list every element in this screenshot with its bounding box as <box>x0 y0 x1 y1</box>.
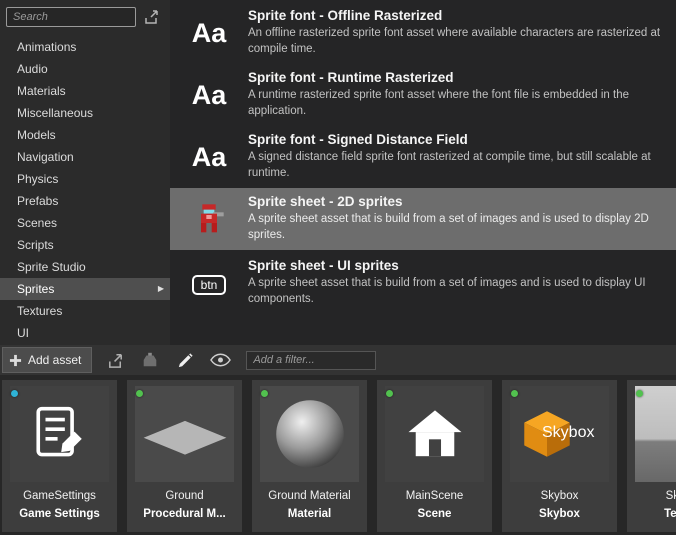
search-input[interactable] <box>6 7 136 27</box>
status-dot <box>136 390 143 397</box>
button-sprite-icon: btn <box>170 252 248 318</box>
asset-tile-ground-material[interactable]: Ground Material Material <box>252 380 367 532</box>
asset-grid: GameSettings Game Settings Ground Proced… <box>0 375 676 535</box>
category-list: Animations Audio Materials Miscellaneous… <box>0 36 170 344</box>
menu-item-sprite-sheet-2d[interactable]: Sprite sheet - 2D sprites A sprite sheet… <box>170 188 676 250</box>
asset-tile-skybox-texture[interactable]: Skybox Texture <box>627 380 676 532</box>
sprite-font-icon: Aa <box>170 2 248 64</box>
house-icon <box>406 408 464 461</box>
status-dot <box>386 390 393 397</box>
category-sprites[interactable]: Sprites ▶ <box>0 278 170 300</box>
menu-item-title: Sprite font - Signed Distance Field <box>248 132 676 147</box>
status-dot <box>11 390 18 397</box>
category-sprite-studio[interactable]: Sprite Studio <box>0 256 170 278</box>
category-panel: Animations Audio Materials Miscellaneous… <box>0 0 170 345</box>
category-physics[interactable]: Physics <box>0 168 170 190</box>
aa-glyph: Aa <box>192 20 227 47</box>
asset-type: Material <box>254 508 365 520</box>
category-label: Sprites <box>17 282 54 296</box>
game-settings-icon <box>31 405 89 463</box>
menu-item-title: Sprite font - Offline Rasterized <box>248 8 676 23</box>
asset-name: MainScene <box>379 490 490 502</box>
menu-item-title: Sprite sheet - 2D sprites <box>248 194 676 209</box>
menu-item-sprite-font-offline[interactable]: Aa Sprite font - Offline Rasterized An o… <box>170 2 676 64</box>
add-asset-window: Animations Audio Materials Miscellaneous… <box>0 0 676 535</box>
status-dot <box>636 390 643 397</box>
game-settings-thumbnail <box>10 386 109 482</box>
asset-type: Scene <box>379 508 490 520</box>
category-scripts[interactable]: Scripts <box>0 234 170 256</box>
plane-icon <box>138 396 232 472</box>
menu-item-sprite-font-runtime[interactable]: Aa Sprite font - Runtime Rasterized A ru… <box>170 64 676 126</box>
filter-input[interactable] <box>246 351 376 370</box>
thumbnail-label: Skybox <box>542 424 594 442</box>
asset-type: Texture <box>629 508 676 520</box>
category-materials[interactable]: Materials <box>0 80 170 102</box>
menu-item-description: A sprite sheet asset that is build from … <box>248 212 676 243</box>
add-asset-label: Add asset <box>28 353 81 367</box>
asset-name: Skybox <box>504 490 615 502</box>
submenu-arrow-icon: ▶ <box>158 278 164 300</box>
asset-name: Ground Material <box>254 490 365 502</box>
asset-type: Procedural M... <box>129 508 240 520</box>
menu-item-description: An offline rasterized sprite font asset … <box>248 26 676 57</box>
asset-tile-ground[interactable]: Ground Procedural M... <box>127 380 242 532</box>
category-navigation[interactable]: Navigation <box>0 146 170 168</box>
plane-thumbnail <box>135 386 234 482</box>
category-prefabs[interactable]: Prefabs <box>0 190 170 212</box>
menu-item-title: Sprite font - Runtime Rasterized <box>248 70 676 85</box>
menu-item-title: Sprite sheet - UI sprites <box>248 258 676 273</box>
asset-name: Ground <box>129 490 240 502</box>
sprite-font-icon: Aa <box>170 126 248 188</box>
pin-menu-icon[interactable] <box>143 8 161 26</box>
asset-name: Skybox <box>629 490 676 502</box>
add-asset-menu: Animations Audio Materials Miscellaneous… <box>0 0 676 345</box>
asset-tile-skybox[interactable]: Skybox Skybox Skybox <box>502 380 617 532</box>
menu-item-description: A sprite sheet asset that is build from … <box>248 276 676 307</box>
category-textures[interactable]: Textures <box>0 300 170 322</box>
ink-bottle-icon[interactable] <box>138 349 162 371</box>
add-asset-button[interactable]: Add asset <box>2 347 92 373</box>
category-scenes[interactable]: Scenes <box>0 212 170 234</box>
aa-glyph: Aa <box>192 82 227 109</box>
sphere-thumbnail <box>260 386 359 482</box>
category-audio[interactable]: Audio <box>0 58 170 80</box>
asset-name: GameSettings <box>4 490 115 502</box>
asset-tile-gamesettings[interactable]: GameSettings Game Settings <box>2 380 117 532</box>
search-row <box>6 7 166 27</box>
asset-tile-mainscene[interactable]: MainScene Scene <box>377 380 492 532</box>
plus-icon <box>9 354 22 367</box>
asset-toolbar: Add asset <box>0 345 676 375</box>
sphere-icon <box>270 394 350 474</box>
scene-thumbnail <box>385 386 484 482</box>
sprite-font-icon: Aa <box>170 64 248 126</box>
eye-icon[interactable] <box>208 349 232 371</box>
pencil-icon[interactable] <box>173 349 197 371</box>
status-dot <box>511 390 518 397</box>
export-icon[interactable] <box>103 349 127 371</box>
status-dot <box>261 390 268 397</box>
menu-item-sprite-font-sdf[interactable]: Aa Sprite font - Signed Distance Field A… <box>170 126 676 188</box>
menu-item-description: A signed distance field sprite font rast… <box>248 150 676 181</box>
category-miscellaneous[interactable]: Miscellaneous <box>0 102 170 124</box>
category-ui[interactable]: UI <box>0 322 170 344</box>
asset-type: Game Settings <box>4 508 115 520</box>
category-models[interactable]: Models <box>0 124 170 146</box>
texture-thumbnail <box>635 386 676 482</box>
aa-glyph: Aa <box>192 144 227 171</box>
menu-item-sprite-sheet-ui[interactable]: btn Sprite sheet - UI sprites A sprite s… <box>170 252 676 318</box>
category-animations[interactable]: Animations <box>0 36 170 58</box>
menu-item-description: A runtime rasterized sprite font asset w… <box>248 88 676 119</box>
sprite-character-icon <box>170 188 248 250</box>
asset-type-panel: Aa Sprite font - Offline Rasterized An o… <box>170 0 676 345</box>
asset-type: Skybox <box>504 508 615 520</box>
btn-glyph: btn <box>192 275 227 295</box>
